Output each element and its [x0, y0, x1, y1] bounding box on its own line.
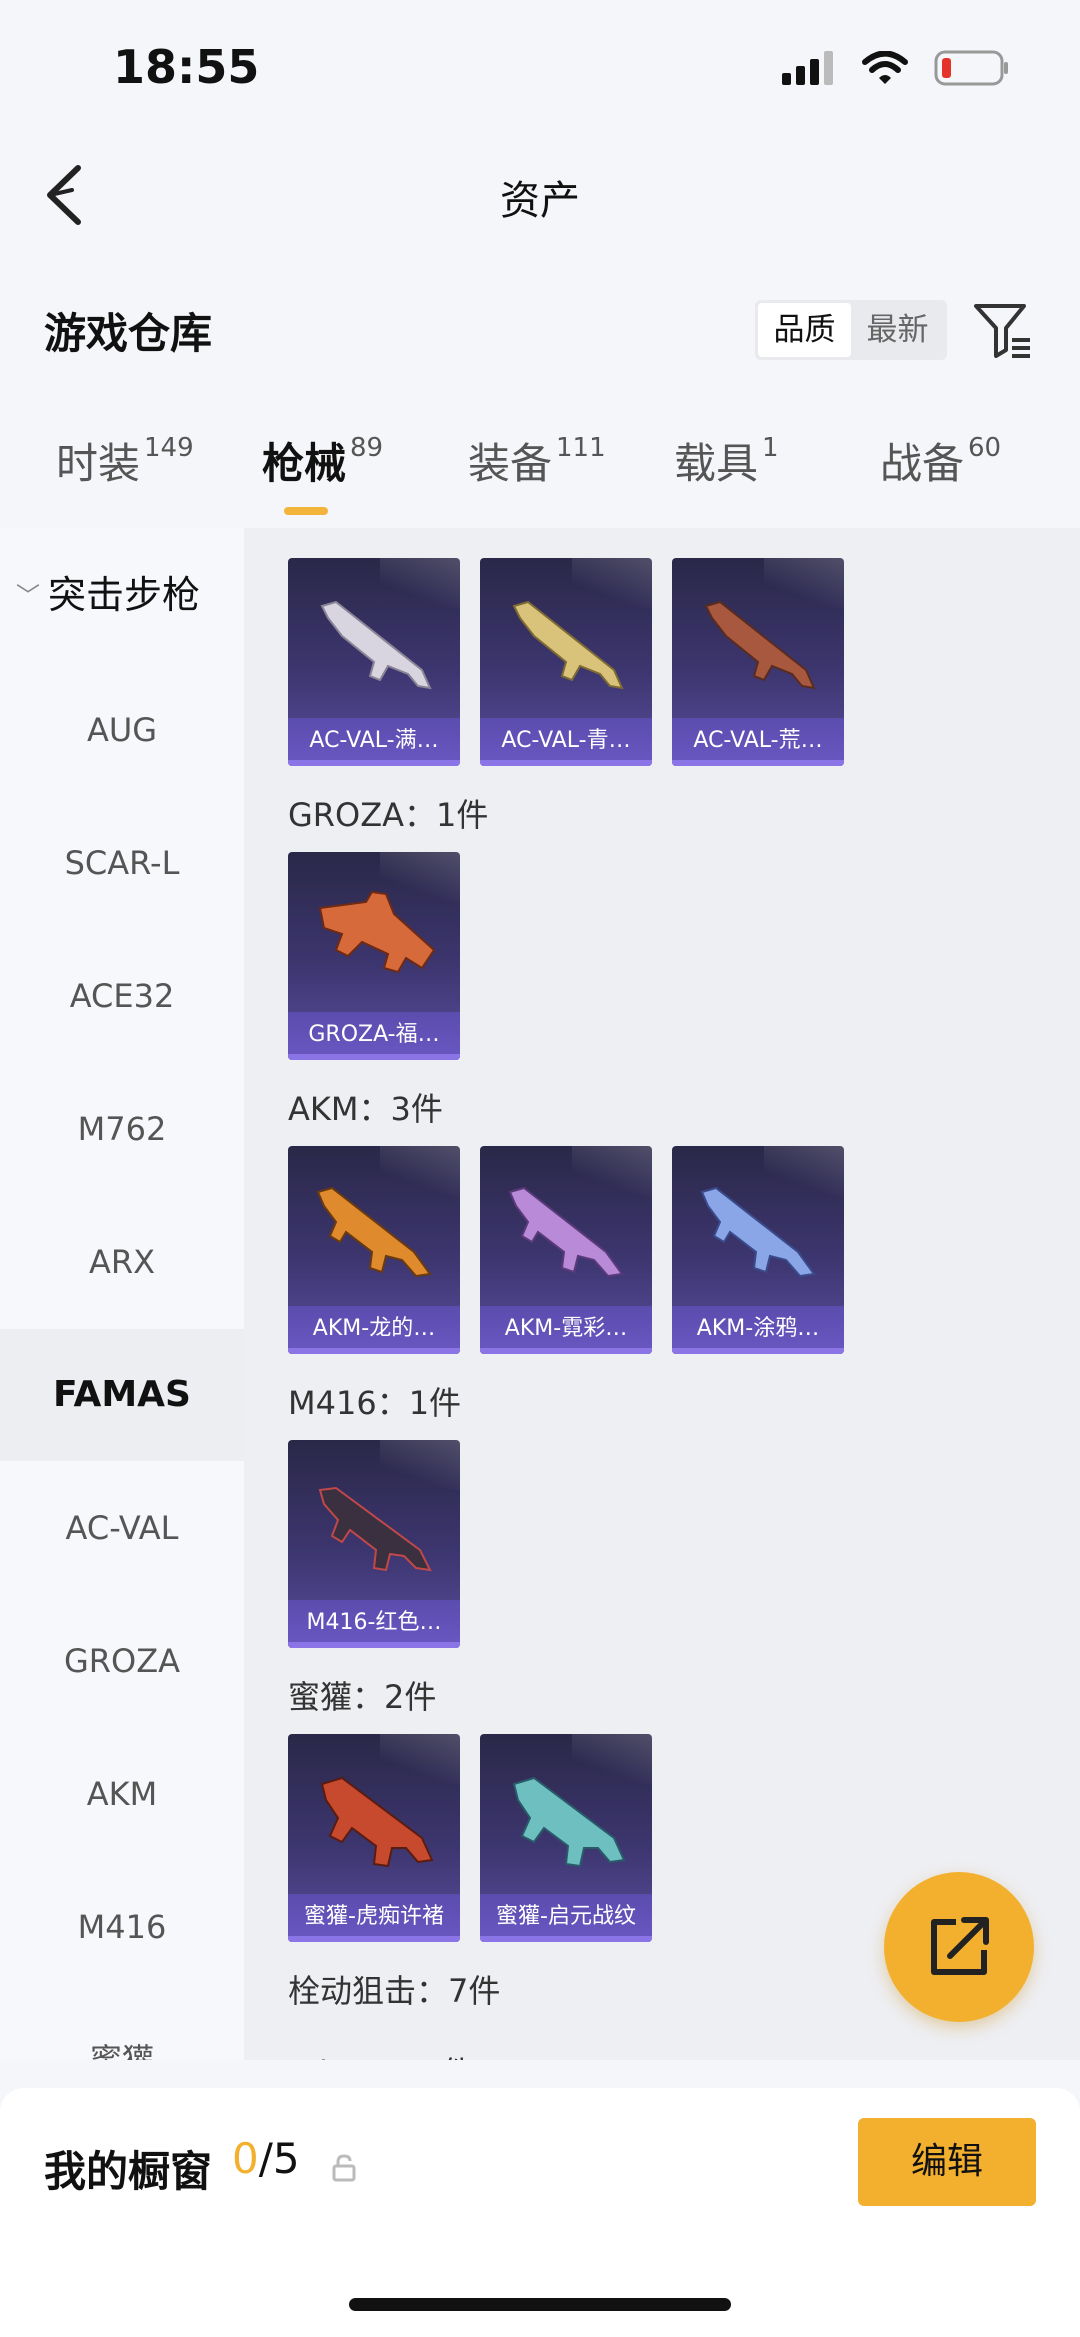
tab-label: 装备 — [468, 439, 553, 488]
rifle-icon — [318, 890, 436, 974]
skin-card[interactable]: AC-VAL-荒… — [672, 558, 844, 766]
tab-equipment[interactable]: 装备 111 — [468, 430, 606, 491]
tab-fashion[interactable]: 时装 149 — [56, 430, 194, 491]
showcase-current: 0 — [232, 2134, 259, 2183]
status-bar: 18:55 — [0, 0, 1080, 140]
skin-card[interactable]: AKM-涂鸦… — [672, 1146, 844, 1354]
status-icons — [782, 50, 1010, 86]
card-caption: AC-VAL-满… — [288, 718, 460, 766]
skin-card[interactable]: AKM-霓彩… — [480, 1146, 652, 1354]
share-button[interactable] — [884, 1872, 1034, 2022]
sidebar-item-m416[interactable]: M416 — [0, 1861, 244, 1993]
status-time: 18:55 — [113, 40, 260, 94]
group-title: GROZA：1件 — [288, 796, 489, 834]
sidebar-item-arx[interactable]: ARX — [0, 1196, 244, 1328]
card-caption: 蜜獾-启元战纹 — [480, 1894, 652, 1942]
tab-label: 战备 — [880, 439, 965, 488]
home-indicator — [349, 2298, 731, 2311]
card-caption: AC-VAL-青… — [480, 718, 652, 766]
sidebar-item-honey-badger[interactable]: 蜜獾 — [0, 1994, 244, 2060]
rifle-icon — [512, 600, 624, 690]
rifle-icon — [704, 600, 816, 690]
active-tab-indicator — [284, 507, 328, 515]
weapon-sidebar: ﹀ 突击步枪 AUG SCAR-L ACE32 M762 ARX FAMAS AC… — [0, 528, 244, 2060]
rifle-icon — [320, 600, 432, 690]
edit-button[interactable]: 编辑 — [858, 2118, 1036, 2206]
card-caption: GROZA-福… — [288, 1012, 460, 1060]
sidebar-item-famas[interactable]: FAMAS — [0, 1329, 244, 1461]
group-title: 栓动狙击：7件 — [288, 1972, 501, 2010]
warehouse-title: 游戏仓库 — [44, 309, 213, 358]
skin-card[interactable]: AKM-龙的… — [288, 1146, 460, 1354]
card-caption: AKM-龙的… — [288, 1306, 460, 1354]
filter-icon — [974, 304, 1030, 358]
sidebar-item-akm[interactable]: AKM — [0, 1728, 244, 1860]
sidebar-category[interactable]: ﹀ 突击步枪 — [16, 564, 200, 619]
sidebar-item-groza[interactable]: GROZA — [0, 1595, 244, 1727]
tab-firearms[interactable]: 枪械 89 — [262, 430, 383, 491]
rifle-icon — [318, 1486, 432, 1572]
tab-label: 时装 — [56, 439, 141, 488]
sort-by-quality[interactable]: 品质 — [758, 303, 851, 357]
battery-icon — [934, 50, 1008, 86]
tab-label: 载具 — [674, 439, 759, 488]
card-caption: AKM-霓彩… — [480, 1306, 652, 1354]
lock-icon — [332, 2154, 356, 2182]
sidebar-item-aug[interactable]: AUG — [0, 664, 244, 796]
rifle-icon — [700, 1186, 816, 1278]
filter-button[interactable] — [972, 300, 1034, 362]
group-title: M416：1件 — [288, 1384, 462, 1422]
rifle-icon — [320, 1776, 434, 1868]
sidebar-item-ace32[interactable]: ACE32 — [0, 930, 244, 1062]
group-title: 蜜獾：2件 — [288, 1678, 437, 1716]
skin-card[interactable]: 蜜獾-虎痴许褚 — [288, 1734, 460, 1942]
group-title: Win94：1件 — [288, 2048, 473, 2060]
card-caption: 蜜獾-虎痴许褚 — [288, 1894, 460, 1942]
sidebar-item-ac-val[interactable]: AC-VAL — [0, 1462, 244, 1594]
tab-count: 60 — [968, 433, 1002, 463]
sort-toggle: 品质 最新 — [755, 300, 947, 360]
nav-bar: 资产 — [0, 140, 1080, 250]
rifle-icon — [316, 1186, 432, 1278]
weapon-grid: AC-VAL-满… AC-VAL-青… AC-VAL-荒… GROZA：1件 G… — [244, 528, 1080, 2060]
tab-count: 111 — [556, 433, 606, 463]
content-area: ﹀ 突击步枪 AUG SCAR-L ACE32 M762 ARX FAMAS AC… — [0, 528, 1080, 2060]
card-caption: M416-红色… — [288, 1600, 460, 1648]
tab-vehicles[interactable]: 载具 1 — [674, 430, 779, 491]
rifle-icon — [512, 1776, 626, 1868]
skin-card[interactable]: AC-VAL-青… — [480, 558, 652, 766]
category-tabs: 时装 149 枪械 89 装备 111 载具 1 战备 60 — [0, 430, 1080, 530]
tab-count: 1 — [762, 433, 779, 463]
skin-card[interactable]: M416-红色… — [288, 1440, 460, 1648]
sort-by-newest[interactable]: 最新 — [851, 303, 944, 357]
skin-card[interactable]: 蜜獾-启元战纹 — [480, 1734, 652, 1942]
rifle-icon — [508, 1186, 624, 1278]
sidebar-item-scar-l[interactable]: SCAR-L — [0, 797, 244, 929]
tab-count: 149 — [144, 433, 194, 463]
signal-icon — [782, 51, 833, 85]
skin-card[interactable]: AC-VAL-满… — [288, 558, 460, 766]
sidebar-category-label: 突击步枪 — [48, 573, 201, 617]
share-icon — [931, 1917, 989, 1975]
tab-label: 枪械 — [262, 439, 347, 488]
sidebar-item-m762[interactable]: M762 — [0, 1063, 244, 1195]
showcase-count: 0/5 — [232, 2134, 300, 2183]
tab-count: 89 — [350, 433, 384, 463]
page-title: 资产 — [500, 178, 580, 224]
showcase-label: 我的橱窗 — [44, 2147, 213, 2196]
showcase-total: /5 — [258, 2134, 300, 2183]
card-caption: AKM-涂鸦… — [672, 1306, 844, 1354]
tab-supplies[interactable]: 战备 60 — [880, 430, 1001, 491]
wifi-icon — [862, 51, 908, 84]
skin-card[interactable]: GROZA-福… — [288, 852, 460, 1060]
group-title: AKM：3件 — [288, 1090, 443, 1128]
card-caption: AC-VAL-荒… — [672, 718, 844, 766]
chevron-down-icon: ﹀ — [16, 582, 40, 610]
